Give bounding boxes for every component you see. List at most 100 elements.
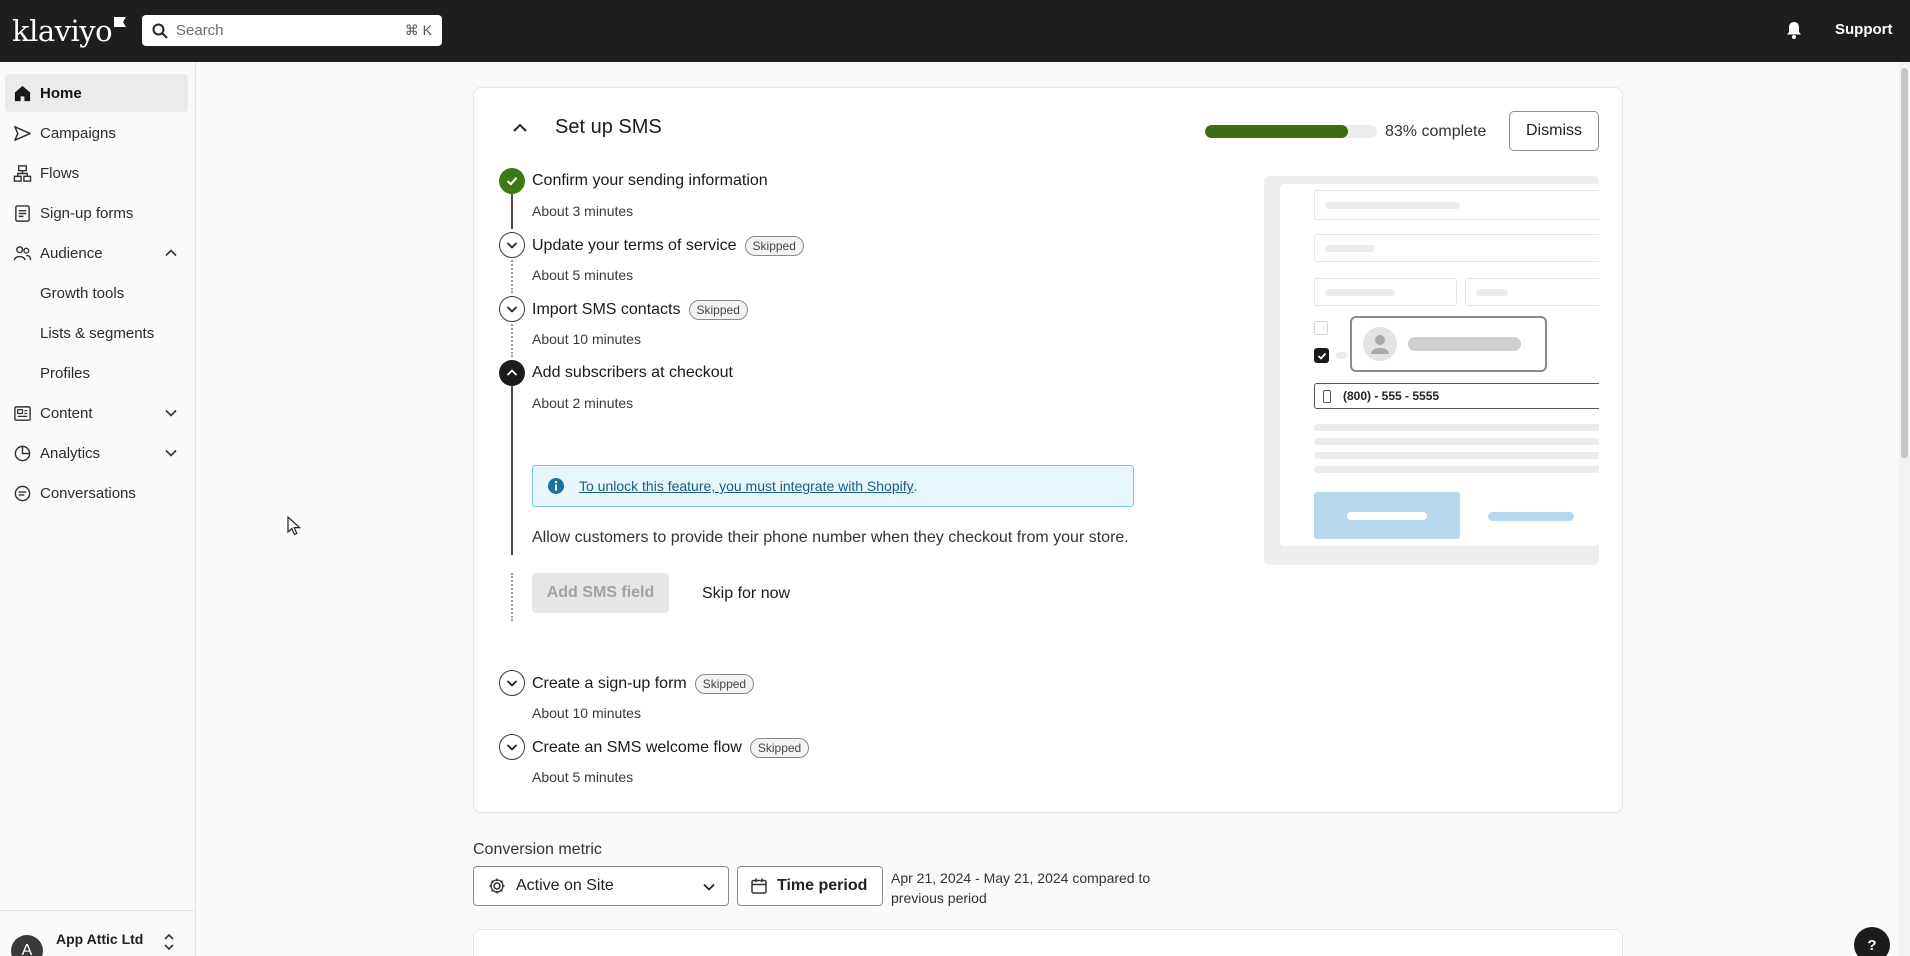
check-icon (506, 177, 518, 186)
support-link[interactable]: Support (1835, 21, 1893, 38)
skipped-badge: Skipped (688, 300, 748, 320)
sidebar: Home Campaigns Flows Sign-up forms Audie… (0, 62, 196, 956)
profile-popover (1350, 316, 1547, 372)
step-duration: About 5 minutes (532, 769, 634, 785)
chevron-updown-icon (164, 933, 174, 951)
klaviyo-logo[interactable]: klaviyo (12, 14, 127, 48)
placeholder-line (1314, 452, 1599, 459)
chevron-up-icon[interactable] (510, 118, 530, 138)
sidebar-item-conversations[interactable]: Conversations (5, 474, 188, 512)
avatar: A (11, 935, 43, 956)
step-expand-toggle[interactable] (499, 734, 525, 760)
step-title[interactable]: Import SMS contacts Skipped (532, 300, 748, 320)
sidebar-item-label: Conversations (40, 484, 136, 502)
sidebar-subitem-profiles[interactable]: Profiles (40, 365, 90, 382)
step-expand-toggle[interactable] (499, 670, 525, 696)
home-icon (14, 85, 31, 101)
sidebar-item-label: Audience (40, 244, 103, 262)
step-expand-toggle[interactable] (499, 296, 525, 322)
conversion-metric-select[interactable]: Active on Site (473, 866, 729, 906)
step-title-text: Import SMS contacts (532, 301, 681, 318)
step-title-text: Create a sign-up form (532, 675, 687, 692)
placeholder-select (1314, 278, 1457, 306)
info-banner: To unlock this feature, you must integra… (532, 465, 1134, 507)
flows-icon (13, 164, 32, 182)
illustration-frame: (800) - 555 - 5555 (1280, 184, 1599, 546)
sidebar-item-label: Analytics (40, 444, 101, 462)
search-bar[interactable]: ⌘ K (142, 15, 442, 46)
phone-placeholder: (800) - 555 - 5555 (1343, 389, 1440, 403)
step-description: Allow customers to provide their phone n… (532, 529, 1129, 546)
card-title: Set up SMS (555, 116, 662, 138)
info-suffix: . (913, 478, 918, 494)
step-title[interactable]: Update your terms of service Skipped (532, 236, 804, 256)
time-period-label: Time period (777, 877, 868, 894)
timeline-connector (511, 573, 513, 621)
content-icon (14, 405, 31, 421)
step-title[interactable]: Create a sign-up form Skipped (532, 674, 755, 694)
search-shortcut: ⌘ K (404, 22, 432, 38)
placeholder-field (1314, 234, 1599, 262)
placeholder-link (1488, 512, 1574, 521)
setup-sms-card: Set up SMS 83% complete Dismiss Confirm … (473, 87, 1623, 813)
info-icon (548, 478, 564, 494)
mouse-cursor-icon (287, 516, 301, 536)
skipped-badge: Skipped (694, 674, 755, 694)
shopify-integration-link[interactable]: To unlock this feature, you must integra… (579, 478, 914, 494)
step-duration: About 3 minutes (532, 203, 634, 219)
audience-icon (13, 245, 32, 260)
sms-form-illustration: (800) - 555 - 5555 (1264, 176, 1599, 565)
form-icon (15, 204, 30, 222)
sidebar-item-label: Flows (40, 164, 80, 182)
sidebar-item-label: Campaigns (40, 124, 116, 142)
scrollbar[interactable] (1899, 62, 1910, 956)
progress-bar (1205, 125, 1377, 138)
step-duration: About 2 minutes (532, 395, 634, 411)
sidebar-item-campaigns[interactable]: Campaigns (5, 114, 188, 152)
step-collapse-toggle[interactable] (499, 360, 525, 386)
chat-icon (14, 485, 31, 501)
step-title[interactable]: Create an SMS welcome flow Skipped (532, 738, 810, 758)
scrollbar-thumb[interactable] (1901, 68, 1908, 458)
notification-bell-icon[interactable] (1784, 20, 1804, 40)
chevron-down-icon (165, 449, 177, 457)
analytics-icon (14, 445, 31, 461)
sidebar-item-content[interactable]: Content (5, 394, 188, 432)
sidebar-item-signup-forms[interactable]: Sign-up forms (5, 194, 188, 232)
placeholder-line (1314, 424, 1599, 431)
progress-fill (1205, 125, 1348, 138)
sidebar-item-flows[interactable]: Flows (5, 154, 188, 192)
date-range-text: Apr 21, 2024 - May 21, 2024 compared to … (891, 870, 1151, 906)
progress-text: 83% complete (1385, 123, 1487, 140)
step-title-text: Add subscribers at checkout (532, 364, 733, 381)
sidebar-item-home[interactable]: Home (5, 74, 188, 112)
add-sms-field-button[interactable]: Add SMS field (532, 573, 669, 613)
send-icon (14, 125, 31, 141)
time-period-button[interactable]: Time period (737, 866, 883, 906)
step-duration: About 10 minutes (532, 705, 641, 721)
sidebar-item-analytics[interactable]: Analytics (5, 434, 188, 472)
metric-value: Active on Site (516, 877, 614, 894)
placeholder-select (1465, 278, 1599, 306)
chevron-down-icon (506, 306, 518, 313)
chevron-up-icon (165, 249, 177, 257)
conversion-metric-label: Conversion metric (473, 841, 602, 858)
step-title-text: Confirm your sending information (532, 172, 768, 189)
chevron-down-icon (703, 883, 715, 891)
dismiss-button[interactable]: Dismiss (1509, 111, 1599, 151)
sidebar-subitem-lists-segments[interactable]: Lists & segments (40, 325, 154, 342)
search-input[interactable] (176, 22, 405, 39)
step-title-text: Update your terms of service (532, 237, 737, 254)
step-title[interactable]: Add subscribers at checkout (532, 364, 733, 382)
sidebar-item-audience[interactable]: Audience (5, 234, 188, 272)
logo-text: klaviyo (12, 14, 113, 48)
sidebar-item-label: Content (40, 404, 93, 422)
help-button[interactable]: ? (1854, 927, 1890, 956)
step-title[interactable]: Confirm your sending information (532, 172, 768, 190)
top-bar: klaviyo ⌘ K Support (0, 0, 1910, 62)
sidebar-subitem-growth-tools[interactable]: Growth tools (40, 285, 124, 302)
step-complete-check[interactable] (499, 168, 525, 194)
skip-for-now-link[interactable]: Skip for now (702, 585, 790, 603)
step-expand-toggle[interactable] (499, 232, 525, 258)
account-switcher[interactable]: A App Attic Ltd (0, 910, 196, 956)
